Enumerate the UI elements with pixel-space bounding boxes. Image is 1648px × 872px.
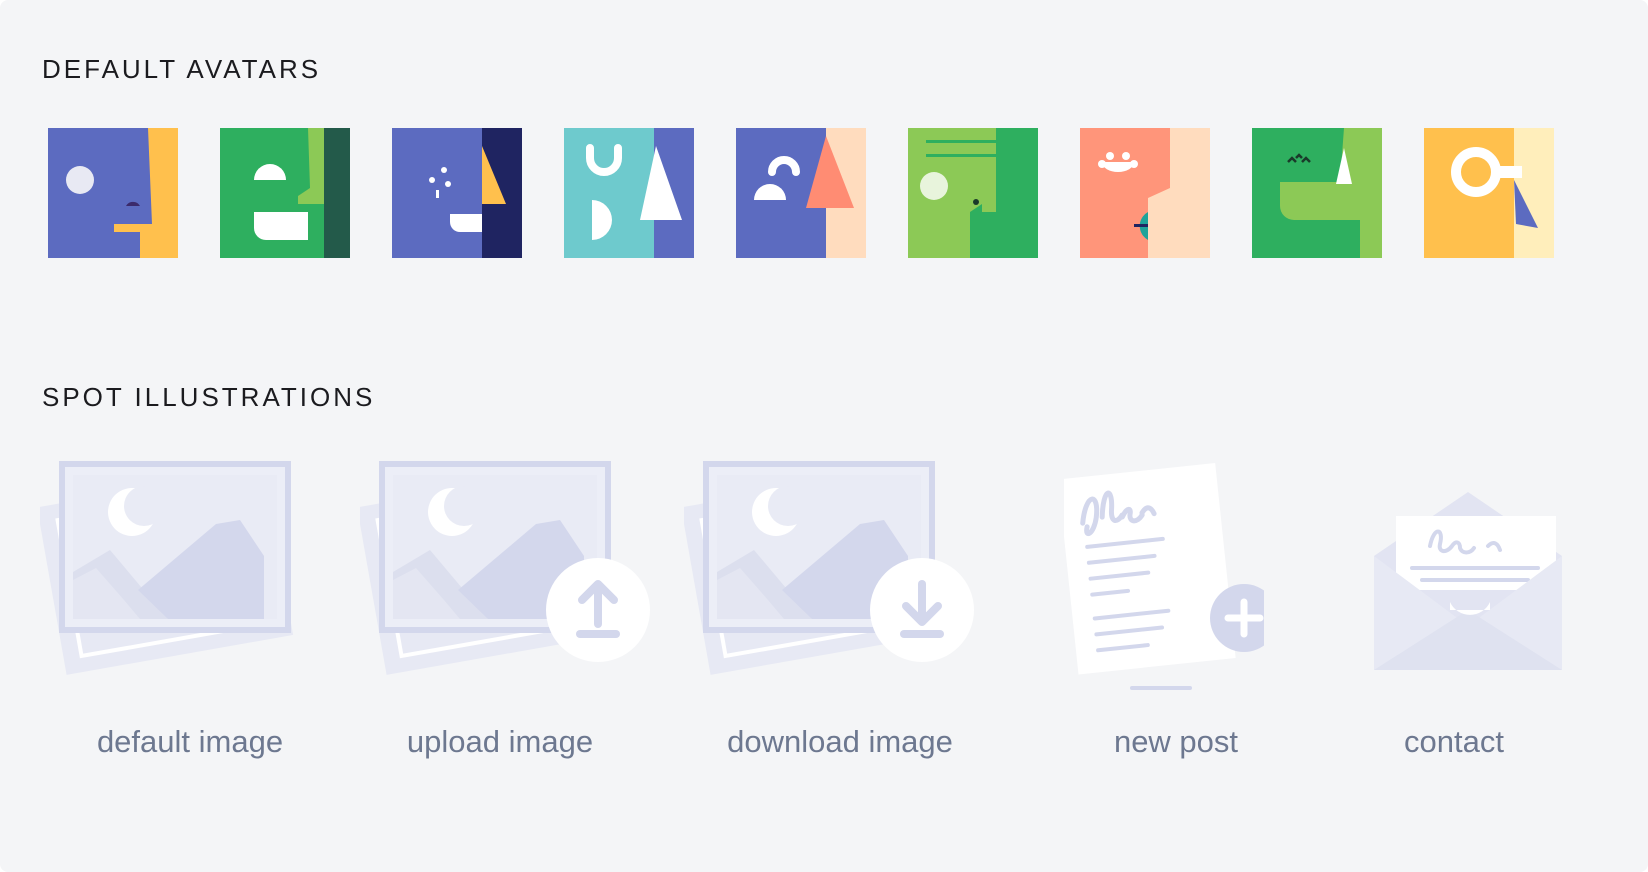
avatar-8[interactable] — [1252, 128, 1382, 258]
spot-label-default-image: default image — [96, 724, 284, 759]
avatar-4[interactable] — [564, 128, 694, 258]
avatar-6[interactable] — [908, 128, 1038, 258]
spot-label-upload-image: upload image — [406, 724, 594, 759]
section-title-spot-illustrations: SPOT ILLUSTRATIONS — [42, 382, 376, 412]
spot-label-contact: contact — [1404, 724, 1504, 759]
avatar-5[interactable] — [736, 128, 866, 258]
avatar-9[interactable] — [1424, 128, 1554, 258]
avatar-row — [48, 128, 1628, 260]
avatar-1[interactable] — [48, 128, 178, 258]
upload-image-illustration[interactable] — [360, 460, 660, 760]
avatar-3[interactable] — [392, 128, 522, 258]
new-post-illustration[interactable] — [1064, 460, 1364, 760]
avatar-7[interactable] — [1080, 128, 1210, 258]
illustration-card: DEFAULT AVATARS SPOT ILLUSTRATIONS defau… — [0, 0, 1648, 872]
download-image-illustration[interactable] — [684, 460, 984, 760]
avatar-2[interactable] — [220, 128, 350, 258]
contact-illustration[interactable] — [1370, 460, 1648, 760]
default-image-illustration[interactable] — [40, 460, 340, 760]
section-title-avatars: DEFAULT AVATARS — [42, 54, 322, 84]
spot-label-new-post: new post — [1113, 724, 1239, 759]
spot-label-download-image: download image — [727, 724, 953, 759]
